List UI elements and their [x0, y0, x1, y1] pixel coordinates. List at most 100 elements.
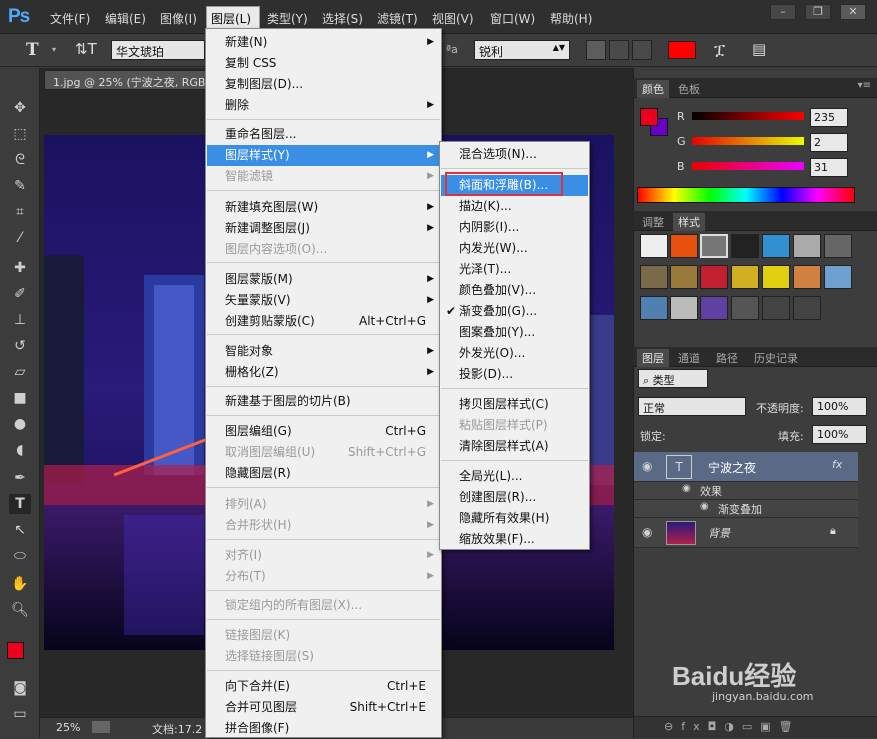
- visibility-eye-icon[interactable]: ◉: [642, 459, 652, 473]
- menu-item-clear-style[interactable]: 清除图层样式(A): [441, 436, 588, 457]
- panel-menu-icon[interactable]: ▾≡: [858, 80, 871, 91]
- menu-item-distribute[interactable]: 分布(T) ▶: [207, 566, 440, 587]
- minimize-button[interactable]: –: [770, 4, 796, 20]
- antialias-select[interactable]: 锐利 ▲▼: [474, 40, 570, 60]
- align-center-icon[interactable]: [609, 40, 629, 60]
- opacity-field[interactable]: 100%: [812, 397, 867, 416]
- tab-paths[interactable]: 路径: [711, 349, 743, 367]
- menu-item-layer-content-options[interactable]: 图层内容选项(O)...: [207, 239, 440, 260]
- menu-item-duplicate-layer[interactable]: 复制图层(D)...: [207, 74, 440, 95]
- menu-item-satin[interactable]: 光泽(T)...: [441, 259, 588, 280]
- blend-mode-select[interactable]: 正常: [638, 397, 746, 416]
- visibility-eye-icon[interactable]: ◉: [700, 501, 709, 512]
- style-swatch[interactable]: [793, 234, 821, 258]
- menu-item-select-linked[interactable]: 选择链接图层(S): [207, 646, 440, 667]
- menu-item-new-fill-layer[interactable]: 新建填充图层(W) ▶: [207, 197, 440, 218]
- eyedropper-icon[interactable]: ⁄: [9, 228, 31, 248]
- effect-item-row[interactable]: ◉ 渐变叠加: [634, 500, 858, 518]
- menu-item-copy-style[interactable]: 拷贝图层样式(C): [441, 394, 588, 415]
- menu-item-merge-down[interactable]: 向下合并(E) Ctrl+E: [207, 676, 440, 697]
- style-swatch[interactable]: [700, 265, 728, 289]
- align-right-icon[interactable]: [632, 40, 652, 60]
- menu-item-layer-style[interactable]: 图层样式(Y) ▶: [207, 145, 440, 166]
- style-swatch[interactable]: [731, 296, 759, 320]
- menu-item-new[interactable]: 新建(N) ▶: [207, 32, 440, 53]
- gradient-tool-icon[interactable]: ■: [9, 388, 31, 408]
- menu-filter[interactable]: 滤镜(T): [377, 10, 418, 27]
- restore-button[interactable]: ❐: [805, 4, 831, 20]
- crop-tool-icon[interactable]: ⌗: [9, 202, 31, 222]
- tab-styles[interactable]: 样式: [673, 213, 705, 231]
- menu-item-rename-layer[interactable]: 重命名图层...: [207, 124, 440, 145]
- menu-view[interactable]: 视图(V): [432, 10, 474, 27]
- menu-item-combine-shapes[interactable]: 合并形状(H) ▶: [207, 515, 440, 536]
- align-left-icon[interactable]: [586, 40, 606, 60]
- menu-item-paste-style[interactable]: 粘贴图层样式(P): [441, 415, 588, 436]
- menu-item-blending-options[interactable]: 混合选项(N)...: [441, 144, 588, 165]
- layer-name[interactable]: 背景: [708, 525, 730, 541]
- close-button[interactable]: ✕: [840, 4, 866, 20]
- warp-text-icon[interactable]: ፗ: [714, 40, 725, 60]
- foreground-color[interactable]: [7, 642, 24, 659]
- style-swatch[interactable]: [762, 296, 790, 320]
- fill-field[interactable]: 100%: [812, 425, 867, 444]
- layer-row-text[interactable]: ◉ T 宁波之夜 fx: [634, 452, 858, 482]
- style-swatch[interactable]: [640, 234, 668, 258]
- style-swatch[interactable]: [762, 265, 790, 289]
- menu-item-stroke[interactable]: 描边(K)...: [441, 196, 588, 217]
- status-icon[interactable]: [92, 721, 110, 733]
- menu-select[interactable]: 选择(S): [322, 10, 363, 27]
- history-brush-icon[interactable]: ↺: [9, 336, 31, 356]
- style-swatch[interactable]: [670, 265, 698, 289]
- menu-item-clipping-mask[interactable]: 创建剪贴蒙版(C) Alt+Ctrl+G: [207, 311, 440, 332]
- menu-edit[interactable]: 编辑(E): [105, 10, 146, 27]
- menu-item-hide-layer[interactable]: 隐藏图层(R): [207, 463, 440, 484]
- menu-item-ungroup-layers[interactable]: 取消图层编组(U) Shift+Ctrl+G: [207, 442, 440, 463]
- menu-type[interactable]: 类型(Y): [267, 10, 308, 27]
- quick-mask-icon[interactable]: ◙: [9, 678, 31, 698]
- hand-tool-icon[interactable]: ✋: [9, 574, 31, 594]
- chevron-down-icon[interactable]: ▾: [52, 45, 56, 54]
- menu-item-pattern-overlay[interactable]: 图案叠加(Y)...: [441, 322, 588, 343]
- style-swatch[interactable]: [670, 296, 698, 320]
- marquee-tool-icon[interactable]: ⬚: [9, 124, 31, 144]
- menu-item-layer-mask[interactable]: 图层蒙版(M) ▶: [207, 269, 440, 290]
- visibility-eye-icon[interactable]: ◉: [642, 525, 652, 539]
- menu-item-smart-filter[interactable]: 智能滤镜 ▶: [207, 166, 440, 187]
- menu-item-align[interactable]: 对齐(I) ▶: [207, 545, 440, 566]
- visibility-eye-icon[interactable]: ◉: [682, 483, 691, 494]
- screen-mode-icon[interactable]: ▭: [9, 704, 31, 724]
- path-select-icon[interactable]: ↖: [9, 520, 31, 540]
- quick-select-icon[interactable]: ✎: [9, 176, 31, 196]
- b-value[interactable]: 31: [810, 158, 848, 177]
- style-swatch[interactable]: [640, 265, 668, 289]
- menu-file[interactable]: 文件(F): [50, 10, 90, 27]
- menu-item-merge-visible[interactable]: 合并可见图层 Shift+Ctrl+E: [207, 697, 440, 718]
- menu-item-rasterize[interactable]: 栅格化(Z) ▶: [207, 362, 440, 383]
- style-swatch[interactable]: [793, 296, 821, 320]
- r-value[interactable]: 235: [810, 108, 848, 127]
- style-swatch[interactable]: [670, 234, 698, 258]
- tab-history[interactable]: 历史记录: [749, 349, 803, 367]
- g-slider[interactable]: [692, 137, 804, 145]
- eraser-tool-icon[interactable]: ▱: [9, 362, 31, 382]
- move-tool-icon[interactable]: ✥: [9, 98, 31, 118]
- tab-adjustments[interactable]: 调整: [637, 213, 669, 231]
- menu-item-scale-effects[interactable]: 缩放效果(F)...: [441, 529, 588, 550]
- menu-window[interactable]: 窗口(W): [490, 10, 535, 27]
- layer-filter-select[interactable]: ⌕ 类型: [638, 369, 708, 388]
- menu-layer[interactable]: 图层(L): [206, 6, 260, 29]
- zoom-level[interactable]: 25%: [56, 721, 80, 734]
- menu-item-smart-object[interactable]: 智能对象 ▶: [207, 341, 440, 362]
- menu-item-new-adjustment-layer[interactable]: 新建调整图层(J) ▶: [207, 218, 440, 239]
- blur-tool-icon[interactable]: ●: [9, 414, 31, 434]
- foreground-color-swatch[interactable]: [640, 108, 658, 126]
- healing-brush-icon[interactable]: ✚: [9, 258, 31, 278]
- menu-help[interactable]: 帮助(H): [550, 10, 592, 27]
- style-swatch[interactable]: [762, 234, 790, 258]
- text-orientation-icon[interactable]: ⇅T: [75, 40, 97, 58]
- menu-item-hide-all-effects[interactable]: 隐藏所有效果(H): [441, 508, 588, 529]
- style-swatch[interactable]: [824, 234, 852, 258]
- menu-item-flatten-image[interactable]: 拼合图像(F): [207, 718, 440, 739]
- style-swatch[interactable]: [731, 265, 759, 289]
